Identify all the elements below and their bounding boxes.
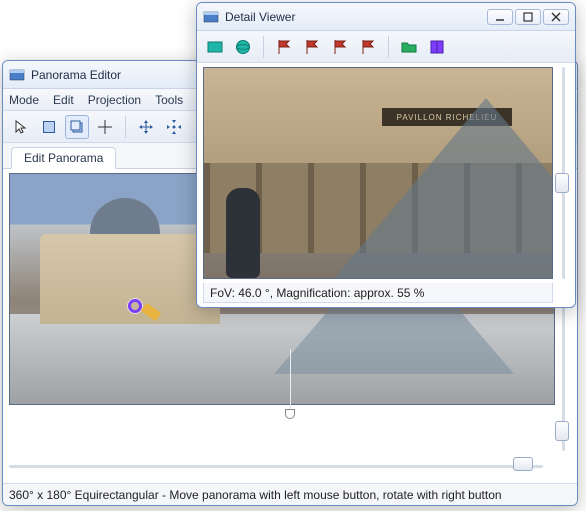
vslider-thumb[interactable]: [555, 173, 569, 193]
detail-viewer-window: Detail Viewer: [196, 2, 576, 308]
pyramid-shape: [326, 98, 553, 279]
square-icon: [41, 119, 57, 135]
open-folder-button[interactable]: [397, 35, 421, 59]
cursor-icon: [13, 119, 29, 135]
close-button[interactable]: [543, 9, 569, 25]
move-button[interactable]: [134, 115, 158, 139]
minimize-icon: [492, 9, 508, 25]
toolbar-separator: [263, 36, 264, 58]
horizontal-slider[interactable]: [9, 455, 543, 477]
toolbar-separator: [125, 116, 126, 138]
move-arrows-icon: [138, 119, 154, 135]
book-icon: [428, 38, 446, 56]
detail-toolbar: [197, 31, 575, 63]
toolbar-separator: [388, 36, 389, 58]
detail-status-text: FoV: 46.0 °, Magnification: approx. 55 %: [210, 286, 424, 300]
control-point-ring-icon[interactable]: [128, 299, 142, 313]
rectangle-icon: [206, 38, 224, 56]
detail-title: Detail Viewer: [225, 10, 487, 24]
vslider-thumb[interactable]: [555, 421, 569, 441]
select-tool-button[interactable]: [9, 115, 33, 139]
close-icon: [548, 9, 564, 25]
crosshair-icon: [97, 119, 113, 135]
rect-view-button[interactable]: [203, 35, 227, 59]
crosshair-button[interactable]: [93, 115, 117, 139]
center-guide-line: [290, 349, 291, 409]
menu-edit[interactable]: Edit: [53, 93, 74, 107]
sphere-view-button[interactable]: [231, 35, 255, 59]
flag-icon: [331, 38, 349, 56]
center-arrows-icon: [166, 119, 182, 135]
flag-3-button[interactable]: [328, 35, 352, 59]
help-button[interactable]: [425, 35, 449, 59]
app-icon: [9, 67, 25, 83]
minimize-button[interactable]: [487, 9, 513, 25]
maximize-button[interactable]: [515, 9, 541, 25]
flag-icon: [275, 38, 293, 56]
dome-shape: [90, 198, 160, 234]
flag-4-button[interactable]: [356, 35, 380, 59]
tab-edit-panorama[interactable]: Edit Panorama: [11, 147, 116, 169]
menu-mode[interactable]: Mode: [9, 93, 39, 107]
hslider-track: [9, 465, 543, 468]
multi-pane-button[interactable]: [65, 115, 89, 139]
sphere-icon: [234, 38, 252, 56]
window-controls: [487, 9, 569, 25]
person-shape: [226, 188, 260, 278]
detail-canvas[interactable]: PAVILLON RICHELIEU: [203, 67, 553, 279]
menu-tools[interactable]: Tools: [155, 93, 183, 107]
menu-projection[interactable]: Projection: [88, 93, 141, 107]
center-button[interactable]: [162, 115, 186, 139]
detail-vertical-slider[interactable]: [555, 67, 571, 279]
center-handle[interactable]: [285, 409, 295, 419]
stacked-squares-icon: [69, 119, 85, 135]
app-icon: [203, 9, 219, 25]
flag-icon: [303, 38, 321, 56]
editor-status-text: 360° x 180° Equirectangular - Move panor…: [9, 488, 502, 502]
maximize-icon: [520, 9, 536, 25]
detail-titlebar[interactable]: Detail Viewer: [197, 3, 575, 31]
hslider-thumb[interactable]: [513, 457, 533, 471]
flag-2-button[interactable]: [300, 35, 324, 59]
editor-statusbar: 360° x 180° Equirectangular - Move panor…: [3, 483, 577, 505]
flag-1-button[interactable]: [272, 35, 296, 59]
detail-statusbar: FoV: 46.0 °, Magnification: approx. 55 %: [203, 283, 553, 303]
flag-icon: [359, 38, 377, 56]
folder-icon: [400, 38, 418, 56]
single-pane-button[interactable]: [37, 115, 61, 139]
detail-body: PAVILLON RICHELIEU FoV: 46.0 °, Magnific…: [197, 63, 575, 307]
